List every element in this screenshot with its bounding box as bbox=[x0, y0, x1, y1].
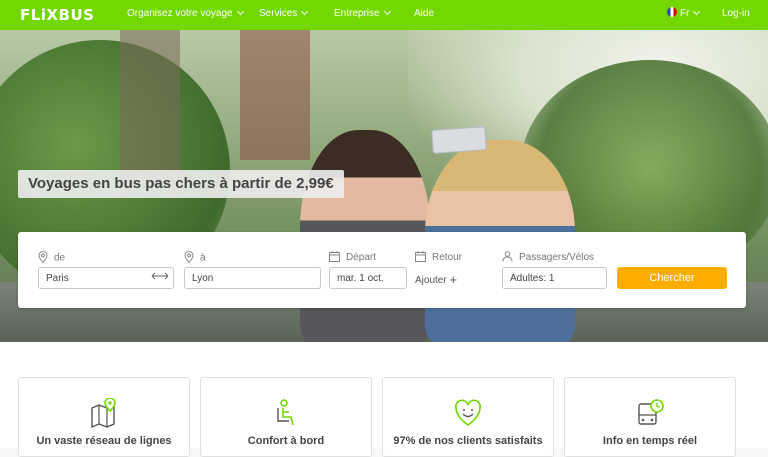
feature-icon-wrap bbox=[201, 398, 371, 428]
passengers-label-row: Passagers/Vélos bbox=[502, 251, 595, 264]
nav-entreprise[interactable]: Entreprise bbox=[334, 7, 391, 19]
hero-headline: Voyages en bus pas chers à partir de 2,9… bbox=[18, 170, 344, 198]
seat-icon bbox=[277, 399, 294, 426]
return-label-row: Retour bbox=[415, 251, 463, 264]
departure-label-row: Départ bbox=[329, 251, 377, 264]
nav-aide-label: Aide bbox=[414, 8, 435, 19]
language-label: Fr bbox=[680, 8, 690, 19]
feature-card-comfort: Confort à bord bbox=[200, 377, 372, 457]
feature-title: Confort à bord bbox=[247, 435, 325, 447]
chevron-down-icon bbox=[693, 7, 701, 16]
map-pin-icon bbox=[91, 398, 116, 428]
chevron-down-icon bbox=[383, 7, 391, 16]
to-label-row: à bbox=[184, 251, 206, 264]
nav-organise-trip-label: Organisez votre voyage bbox=[127, 8, 233, 19]
login-link[interactable]: Log-in bbox=[722, 8, 750, 19]
add-return-label: Ajouter bbox=[415, 275, 447, 286]
heart-smile-icon bbox=[455, 399, 481, 426]
to-input[interactable]: Lyon bbox=[184, 267, 321, 289]
chevron-down-icon bbox=[236, 7, 244, 16]
calendar-icon bbox=[415, 251, 426, 262]
nav-services[interactable]: Services bbox=[259, 7, 309, 19]
feature-title: Info en temps réel bbox=[602, 435, 698, 447]
flixbus-logo[interactable]: FLiXBUS bbox=[20, 6, 94, 24]
search-panel: de Paris à Lyon Départ mar. 1 oct. Retou… bbox=[18, 232, 746, 308]
hero-phone bbox=[431, 126, 487, 154]
feature-title: 97% de nos clients satisfaits bbox=[393, 435, 543, 447]
swap-arrows-icon bbox=[151, 272, 169, 280]
swap-direction-icon[interactable] bbox=[151, 270, 169, 284]
feature-icon-wrap bbox=[383, 398, 553, 428]
feature-icon-wrap bbox=[565, 398, 735, 428]
language-selector[interactable]: Fr bbox=[667, 7, 701, 19]
search-button[interactable]: Chercher bbox=[617, 267, 727, 289]
return-label: Retour bbox=[432, 252, 463, 264]
bus-clock-icon bbox=[638, 399, 664, 425]
plus-icon: + bbox=[449, 272, 458, 287]
departure-date-input[interactable]: mar. 1 oct. bbox=[329, 267, 407, 289]
nav-organise-trip[interactable]: Organisez votre voyage bbox=[127, 7, 244, 19]
feature-icon-wrap bbox=[19, 398, 189, 428]
add-return-button[interactable]: Ajouter + bbox=[415, 271, 458, 287]
passengers-label: Passagers/Vélos bbox=[519, 252, 595, 264]
feature-card-realtime: Info en temps réel bbox=[564, 377, 736, 457]
calendar-icon bbox=[329, 251, 340, 262]
location-pin-icon bbox=[184, 251, 194, 263]
nav-aide[interactable]: Aide bbox=[414, 8, 434, 19]
french-flag-icon bbox=[667, 7, 677, 18]
nav-entreprise-label: Entreprise bbox=[334, 8, 380, 19]
hero-building bbox=[240, 30, 310, 160]
feature-card-network: Un vaste réseau de lignes bbox=[18, 377, 190, 457]
chevron-down-icon bbox=[301, 7, 309, 16]
passengers-input[interactable]: Adultes: 1 bbox=[502, 267, 607, 289]
from-label-row: de bbox=[38, 251, 66, 264]
person-icon bbox=[502, 251, 513, 262]
departure-label: Départ bbox=[346, 252, 377, 264]
hero-building bbox=[120, 30, 180, 180]
location-pin-icon bbox=[38, 251, 48, 263]
to-label: à bbox=[200, 252, 206, 264]
feature-card-satisfaction: 97% de nos clients satisfaits bbox=[382, 377, 554, 457]
top-navbar: FLiXBUS Organisez votre voyage Services … bbox=[0, 0, 768, 30]
feature-title: Un vaste réseau de lignes bbox=[36, 435, 172, 447]
nav-services-label: Services bbox=[259, 8, 298, 19]
features-section: Un vaste réseau de lignes Confort à bord… bbox=[0, 342, 768, 457]
from-label: de bbox=[54, 252, 66, 264]
